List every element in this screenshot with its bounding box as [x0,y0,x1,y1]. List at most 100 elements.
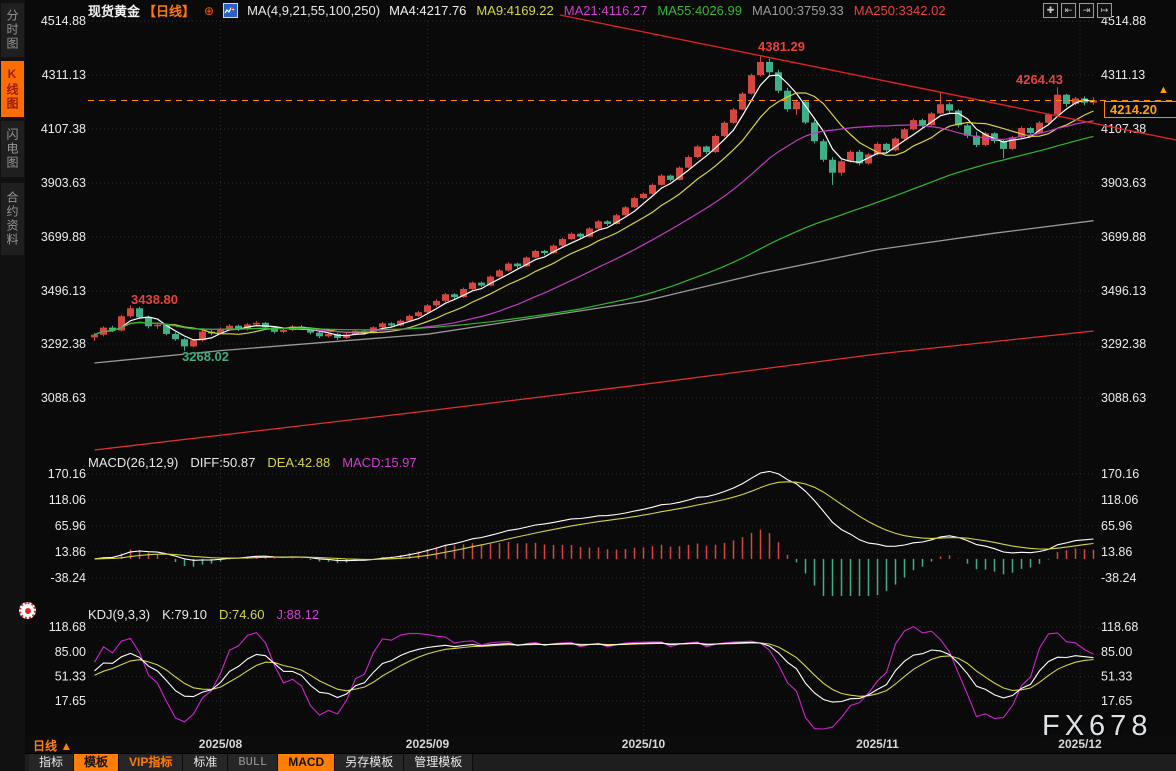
candle-body [595,221,602,228]
candle-body [388,323,395,325]
candle-body [946,104,953,110]
annotation-recent-high: 4264.43 [1016,72,1063,87]
candle-body [577,234,584,237]
candle-body [847,152,854,162]
candle-body [703,147,710,153]
toolbar-button-BULL[interactable]: BULL [228,754,278,771]
candle-body [649,185,656,194]
candle-body [685,157,692,168]
candle-body [478,283,485,286]
bottom-toolbar: 指标模板VIP指标标准BULLMACD另存模板管理模板 [25,753,1176,771]
candle-body [127,308,134,316]
ma-line [95,221,1094,363]
toolbar-button-另存模板[interactable]: 另存模板 [335,754,404,771]
y-axis-label: 170.16 [48,467,86,481]
shift-right-icon[interactable]: ↦ [1097,3,1112,18]
sidebar-tab-contract-info[interactable]: 合约资料 [1,183,24,255]
ma-value-label: MA100:3759.33 [752,3,844,18]
left-sidebar: 分时图 K线图 闪电图 合约资料 [0,0,25,771]
price-chart-canvas[interactable]: 4514.884514.884311.134311.134107.384107.… [0,0,1176,771]
candle-body [442,294,449,301]
candle-body [1027,128,1034,133]
candle-body [640,194,647,198]
y-axis-label: 51.33 [1101,670,1132,684]
toolbar-button-模板[interactable]: 模板 [74,754,119,771]
timeframe-selector[interactable]: 日线 ▲ [33,737,72,754]
sidebar-tab-kline-chart[interactable]: K线图 [1,61,24,117]
live-record-icon [19,602,36,619]
scale-left-icon[interactable]: ⇤ [1061,3,1076,18]
candle-body [883,144,890,150]
candle-body [280,330,287,332]
trading-app-window: 4514.884514.884311.134311.134107.384107.… [0,0,1176,771]
y-axis-label: 85.00 [1101,645,1132,659]
diff-line [95,471,1094,560]
symbol-name: 现货黄金 [88,1,140,20]
candle-body [730,110,737,123]
sidebar-tab-intraday-chart[interactable]: 分时图 [1,3,24,57]
toolbar-button-指标[interactable]: 指标 [29,754,74,771]
sidebar-tab-label: 闪电图 [4,128,21,170]
candle-body [226,326,233,329]
candle-body [532,251,539,258]
y-axis-label: 13.86 [55,545,86,559]
macd-params-label: MACD(26,12,9) [88,455,178,470]
ma-line [95,75,1094,340]
current-price-tag: 4214.20 [1104,101,1176,118]
x-axis-label: 2025/10 [608,737,680,751]
candle-body [505,264,512,271]
sidebar-tab-lightning-chart[interactable]: 闪电图 [1,121,24,177]
candle-body [433,301,440,305]
y-axis-label: 3903.63 [1101,176,1146,190]
pan-icon[interactable]: ✚ [1043,3,1058,18]
toolbar-button-管理模板[interactable]: 管理模板 [404,754,473,771]
j-value: J:88.12 [277,607,320,622]
y-axis-label: 3496.13 [1101,284,1146,298]
ma-settings-label: MA(4,9,21,55,100,250) [247,3,380,18]
candle-body [172,334,179,339]
macd-pane-title: MACD(26,12,9) DIFF:50.87 DEA:42.88 MACD:… [88,455,417,470]
y-axis-label: 65.96 [55,519,86,533]
y-axis-label: 3088.63 [41,391,86,405]
candle-body [676,168,683,180]
annotation-july-high: 3438.80 [131,292,178,307]
toolbar-button-标准[interactable]: 标准 [183,754,228,771]
x-axis-label: 2025/08 [185,737,257,751]
candle-body [514,264,521,267]
candle-body [748,75,755,94]
y-axis-label: 3292.38 [1101,337,1146,351]
jump-to-latest-icon[interactable]: ▲ [1158,84,1169,96]
annotation-october-peak: 4381.29 [758,39,805,54]
period-badge[interactable]: 【日线】 [143,1,195,20]
candle-body [901,129,908,138]
d-line [95,643,1094,696]
kdj-params-label: KDJ(9,3,3) [88,607,150,622]
candle-body [469,283,476,289]
candle-body [496,270,503,276]
y-axis-label: 3088.63 [1101,391,1146,405]
scale-right-icon[interactable]: ⇥ [1079,3,1094,18]
candle-body [694,147,701,158]
toolbar-button-VIP指标[interactable]: VIP指标 [119,754,183,771]
y-axis-label: 118.06 [1101,493,1138,507]
toolbar-button-MACD[interactable]: MACD [278,754,335,771]
candle-body [253,323,260,325]
candle-body [802,102,809,123]
y-axis-label: -38.24 [1101,571,1136,585]
candle-body [424,305,431,312]
y-axis-label: 4311.13 [42,68,86,82]
ma-value-label: MA250:3342.02 [854,3,946,18]
y-axis-label: 13.86 [1101,545,1132,559]
candle-body [1045,115,1052,123]
circled-plus-icon[interactable]: ⊕ [204,4,214,18]
y-axis-label: 3699.88 [41,230,86,244]
candle-body [559,239,566,246]
candle-body [667,176,674,180]
chart-header: 现货黄金 【日线】 ⊕ MA(4,9,21,55,100,250) MA4:42… [88,2,956,19]
candle-body [919,120,926,125]
trendline[interactable] [560,15,1176,140]
candle-body [415,312,422,316]
candle-body [136,308,143,317]
y-axis-label: 51.33 [55,670,86,684]
ma-value-label: MA21:4116.27 [564,3,648,18]
